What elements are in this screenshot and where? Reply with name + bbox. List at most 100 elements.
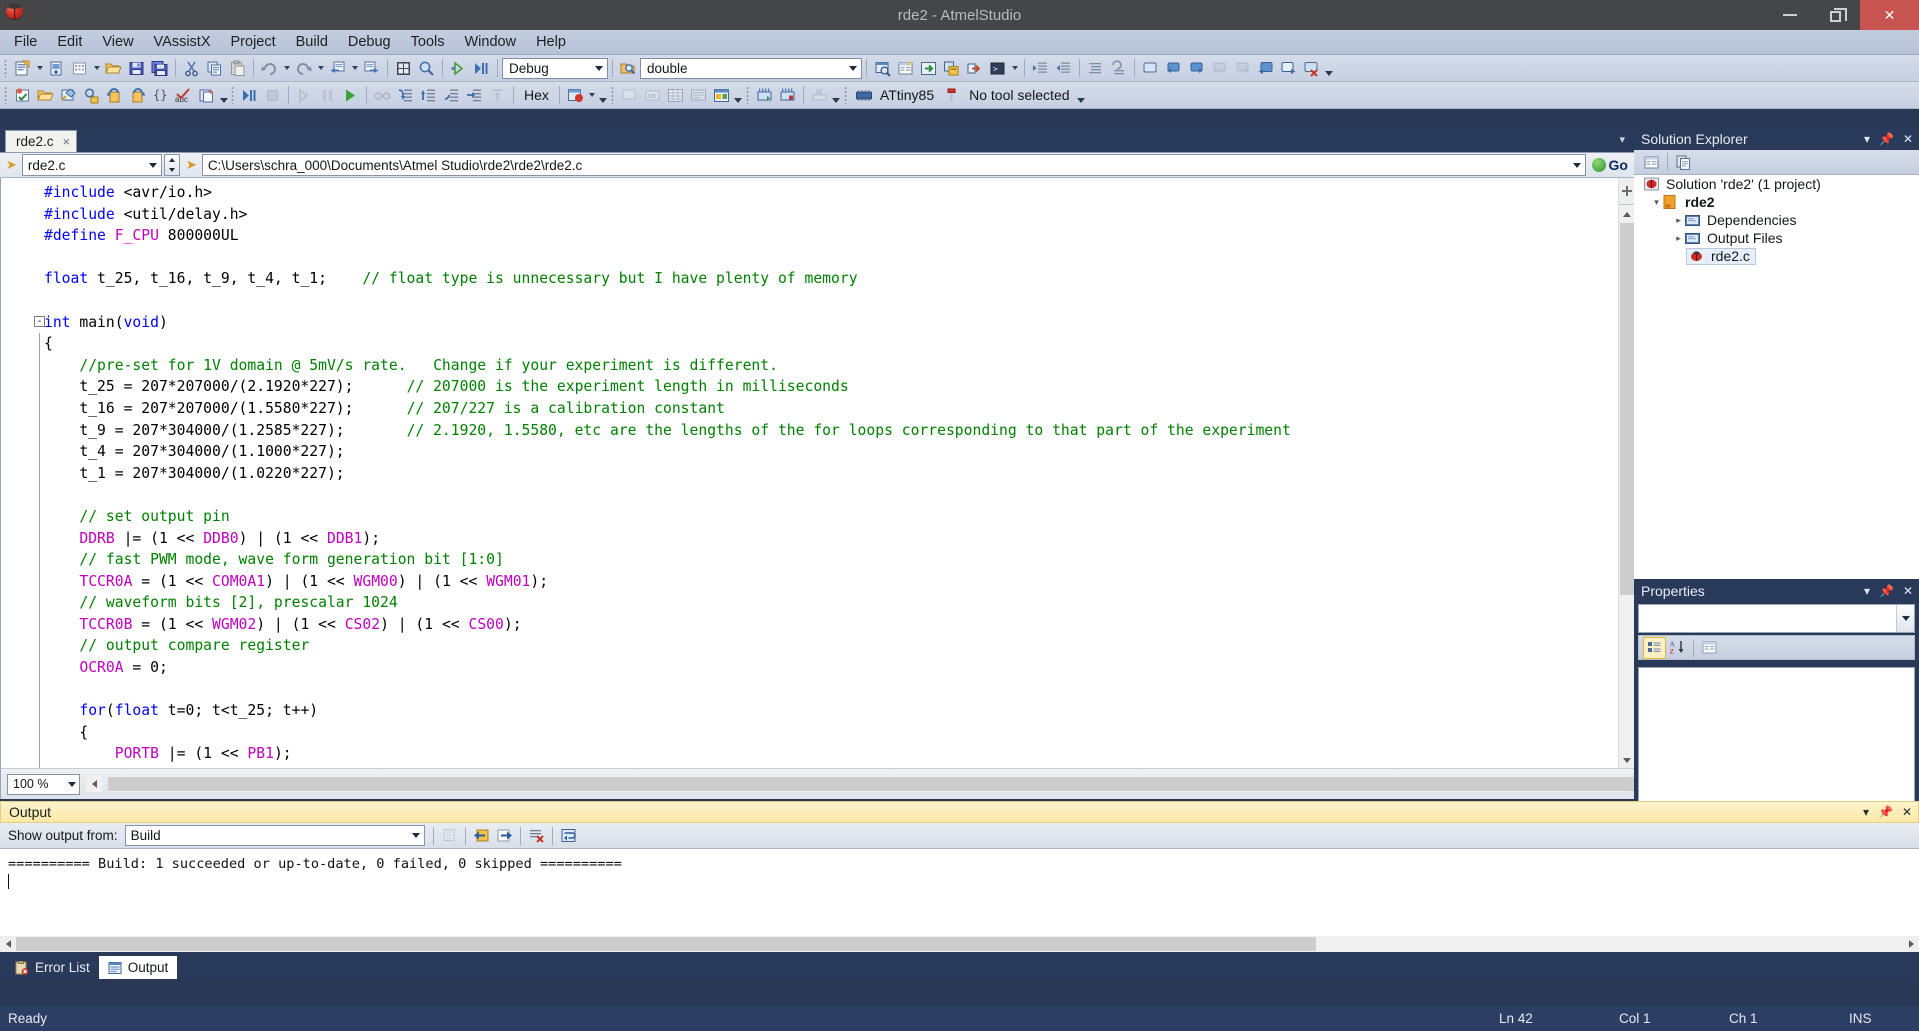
fold-toggle-icon[interactable]: - [34,316,45,327]
code-line[interactable]: t_16 = 207*207000/(1.5580*227); // 207/2… [1,398,1618,420]
code-line[interactable]: -int main(void) [1,312,1618,334]
code-line[interactable]: t_9 = 207*304000/(1.2585*227); // 2.1920… [1,420,1618,442]
command-window-dropdown-icon[interactable] [1009,57,1020,79]
code-line[interactable]: #include <avr/io.h> [1,182,1618,204]
new-project-icon[interactable] [11,57,34,79]
horizontal-scroll-thumb[interactable] [108,777,1683,791]
tree-item-rde2-c[interactable]: rde2.c [1634,247,1919,265]
configuration-dropdown-icon[interactable] [591,59,607,78]
show-all-files-icon[interactable] [1672,151,1695,173]
zoom-combo[interactable]: 100 % [7,774,80,795]
output-horizontal-scrollbar[interactable] [0,936,1919,952]
save-all-icon[interactable] [148,57,171,79]
tab-rde2-c[interactable]: rde2.c × [5,130,77,152]
braces-icon[interactable]: {} [149,84,172,106]
reset-icon[interactable] [486,84,509,106]
device-group-grip[interactable] [844,86,847,104]
menu-view[interactable]: View [92,31,143,53]
menu-debug[interactable]: Debug [338,31,401,53]
paste-icon[interactable] [226,57,249,79]
scroll-up-icon[interactable] [1619,206,1635,222]
new-file-icon[interactable] [68,57,91,79]
minimize-button[interactable] [1766,0,1813,30]
stop-icon[interactable] [261,84,284,106]
clear-all-icon[interactable] [525,825,548,847]
disassembly-icon[interactable] [687,84,710,106]
spinner-down-icon[interactable] [165,165,179,175]
code-line[interactable]: #define F_CPU 800000UL [1,225,1618,247]
code-line[interactable]: DDRB |= (1 << DDB0) | (1 << DDB1); [1,528,1618,550]
bookmark-icon[interactable] [1139,57,1162,79]
redo-arrow-icon[interactable] [126,84,149,106]
code-line[interactable]: { [1,333,1618,355]
go-to-next-icon[interactable] [493,825,516,847]
redo-icon[interactable] [292,57,315,79]
step-into-icon[interactable] [394,84,417,106]
window-group-overflow-icon[interactable] [733,84,744,106]
properties-icon[interactable] [1640,151,1663,173]
new-file-dropdown-icon[interactable] [91,57,102,79]
prev-bookmark-in-file-icon[interactable] [1254,57,1277,79]
processor-status-icon[interactable] [710,84,733,106]
glasses-icon[interactable] [371,84,394,106]
pause-icon[interactable] [316,84,339,106]
property-pages-icon[interactable] [1698,637,1721,659]
output-text[interactable]: ========== Build: 1 succeeded or up-to-d… [0,849,1919,936]
bottom-tab-error-list[interactable]: Error List [6,956,99,979]
code-line[interactable] [1,247,1618,269]
output-scroll-right-icon[interactable] [1903,936,1919,952]
prev-bookmark-icon[interactable] [1162,57,1185,79]
hex-toggle[interactable]: Hex [518,87,555,103]
tree-item-solution[interactable]: Solution 'rde2' (1 project) [1634,175,1919,193]
toolbox-icon[interactable] [392,57,415,79]
hammer-icon[interactable] [940,84,963,106]
code-line[interactable]: #include <util/delay.h> [1,204,1618,226]
pin-icon[interactable]: 📌 [1879,132,1894,146]
tree-item-project[interactable]: ▾ rde2 [1634,193,1919,211]
find-dropdown-icon[interactable] [845,59,861,78]
scroll-down-icon[interactable] [1619,752,1635,768]
watch-icon[interactable] [618,84,641,106]
toolbar-grip[interactable] [4,59,7,77]
tree-item-dependencies[interactable]: ▸ Dependencies [1634,211,1919,229]
spellcheck-icon[interactable]: abc [172,84,195,106]
prev-bookmark-folder-icon[interactable] [1208,57,1231,79]
outdent-icon[interactable] [1052,57,1075,79]
breakpoint-dropdown-icon[interactable] [587,84,598,106]
verify-icon[interactable] [11,84,34,106]
editor-vertical-scrollbar[interactable] [1618,178,1634,768]
properties-object-dropdown-icon[interactable] [1896,605,1914,632]
save-icon[interactable] [125,57,148,79]
code-line[interactable] [1,679,1618,701]
memory-icon[interactable] [664,84,687,106]
undo-dropdown-icon[interactable] [281,57,292,79]
code-line[interactable]: // set output pin [1,506,1618,528]
pin-icon[interactable]: 📌 [1878,805,1893,819]
error-list-icon[interactable] [940,57,963,79]
debug-run-grip[interactable] [231,86,234,104]
data-trace-icon[interactable] [808,84,831,106]
code-line[interactable]: //pre-set for 1V domain @ 5mV/s rate. Ch… [1,355,1618,377]
find-icon[interactable] [80,84,103,106]
code-line[interactable] [1,290,1618,312]
trace-group-grip[interactable] [746,86,749,104]
step-over-icon[interactable] [293,84,316,106]
code-line[interactable]: { [1,722,1618,744]
chevron-down-icon[interactable]: ▾ [1863,805,1869,819]
configuration-combo[interactable]: Debug [502,58,608,79]
close-icon[interactable]: ✕ [1903,584,1913,598]
go-button[interactable]: Go [1586,157,1634,173]
undo-arrow-icon[interactable] [103,84,126,106]
tabstrip-chevron-down-icon[interactable]: ▾ [1614,133,1630,146]
menu-edit[interactable]: Edit [47,31,92,53]
code-editor[interactable]: #include <avr/io.h>#include <util/delay.… [0,178,1634,799]
spinner-up-icon[interactable] [165,155,179,165]
code-line[interactable]: OCR0A = 0; [1,657,1618,679]
go-to-previous-icon[interactable] [470,825,493,847]
menu-tools[interactable]: Tools [401,31,455,53]
stop-trace-icon[interactable] [776,84,799,106]
window-group-grip[interactable] [611,86,614,104]
continue-icon[interactable] [339,84,362,106]
start-debug-icon[interactable] [470,57,493,79]
menu-project[interactable]: Project [221,31,286,53]
